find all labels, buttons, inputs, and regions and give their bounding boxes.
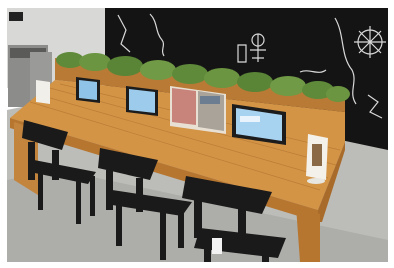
- left-display-sign: [36, 80, 50, 104]
- photo-scene: [0, 0, 394, 268]
- photo-frame: [7, 8, 388, 262]
- tablet-1: [76, 77, 100, 103]
- tablet-2: [126, 86, 158, 116]
- counter-right-leg: [296, 206, 320, 262]
- photo-illustration: [0, 0, 394, 268]
- price-tag: [212, 238, 222, 254]
- wall-sign: [9, 12, 23, 21]
- magazine-display: [170, 86, 226, 134]
- right-stand-sign: [306, 134, 328, 184]
